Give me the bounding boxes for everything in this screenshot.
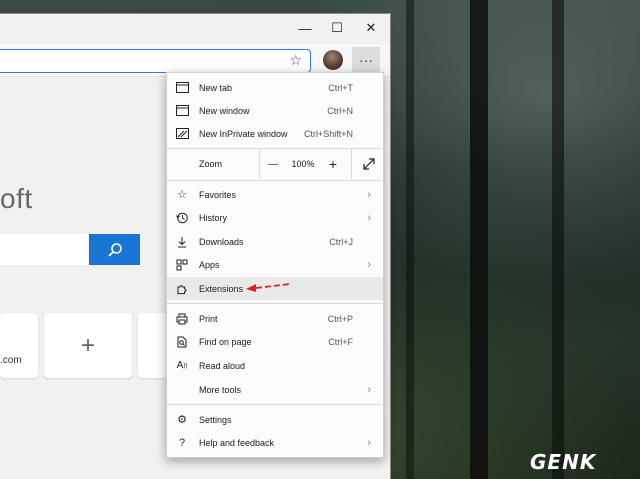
menu-item-label: New InPrivate window (199, 128, 288, 139)
menu-item-shortcut: Ctrl+T (328, 82, 353, 93)
menu-item-label: Apps (199, 259, 220, 270)
menu-item-apps[interactable]: Apps › (167, 253, 383, 276)
menu-item-label: Read aloud (199, 360, 246, 371)
annotation-arrow-icon (246, 283, 291, 292)
plus-icon: + (80, 331, 95, 359)
menu-divider (167, 404, 383, 405)
menu-item-label: New window (199, 105, 250, 116)
zoom-out-button[interactable]: — (259, 149, 287, 179)
menu-item-history[interactable]: History › (167, 206, 383, 229)
menu-divider (167, 303, 383, 304)
tree-trunk (406, 0, 414, 479)
menu-item-downloads[interactable]: Downloads Ctrl+J (167, 230, 383, 253)
settings-and-more-button[interactable]: ··· (352, 47, 380, 73)
menu-item-more-tools[interactable]: More tools › (167, 378, 383, 401)
profile-avatar[interactable] (323, 50, 343, 70)
chevron-right-icon: › (367, 211, 371, 224)
menu-item-label: New tab (199, 82, 233, 93)
chevron-right-icon: › (367, 258, 371, 271)
minimize-button[interactable]: — (288, 14, 322, 42)
new-window-icon (175, 104, 189, 118)
fullscreen-icon (363, 158, 375, 170)
settings-menu: New tab Ctrl+T New window Ctrl+N New InP… (166, 72, 384, 458)
add-shortcut-tile[interactable]: + (44, 313, 132, 378)
menu-item-shortcut: Ctrl+Shift+N (303, 128, 353, 139)
menu-item-label: Find on page (199, 336, 252, 347)
tree-trunk (552, 0, 564, 479)
search-icon (107, 242, 122, 257)
gear-icon: ⚙ (177, 414, 187, 426)
menu-item-favorites[interactable]: ☆ Favorites › (167, 183, 383, 206)
zoom-controls: — 100% + (259, 149, 347, 179)
print-icon (175, 312, 189, 326)
chevron-right-icon: › (367, 188, 371, 201)
address-bar[interactable]: ☆ (0, 49, 311, 73)
menu-item-label: Print (199, 313, 218, 324)
brand-text: oft (0, 183, 33, 214)
zoom-level: 100% (291, 159, 315, 169)
quick-link-label: .com (0, 355, 22, 366)
menu-item-label: Favorites (199, 189, 237, 200)
menu-item-label: More tools (199, 384, 242, 395)
menu-item-label: Settings (199, 414, 232, 425)
menu-item-new-inprivate-window[interactable]: New InPrivate window Ctrl+Shift+N (167, 122, 383, 145)
chevron-right-icon: › (367, 383, 371, 396)
quick-link-tile[interactable] (0, 313, 38, 378)
menu-item-shortcut: Ctrl+F (328, 336, 353, 347)
menu-item-zoom: Zoom — 100% + (167, 149, 383, 179)
extensions-puzzle-icon (175, 282, 189, 296)
read-aloud-icon: A)) (176, 360, 188, 371)
title-bar: — ☐ ✕ (0, 14, 390, 42)
menu-item-settings[interactable]: ⚙ Settings (167, 408, 383, 431)
search-button[interactable] (89, 234, 140, 265)
close-button[interactable]: ✕ (354, 14, 388, 42)
menu-item-label: Help and feedback (199, 437, 275, 448)
menu-item-shortcut: Ctrl+P (327, 313, 353, 324)
help-icon: ? (178, 436, 186, 449)
tree-trunk (470, 0, 488, 479)
fullscreen-button[interactable] (355, 149, 383, 179)
menu-item-read-aloud[interactable]: A)) Read aloud (167, 354, 383, 377)
find-icon (175, 335, 189, 349)
menu-item-new-window[interactable]: New window Ctrl+N (167, 99, 383, 122)
apps-icon (175, 258, 189, 272)
download-icon (175, 235, 189, 249)
chevron-right-icon: › (367, 436, 371, 449)
favorite-star-icon[interactable]: ☆ (289, 52, 302, 69)
genk-watermark-logo: GENK (530, 450, 597, 474)
menu-item-label: History (199, 212, 228, 223)
menu-item-shortcut: Ctrl+N (327, 105, 353, 116)
quick-link-tile[interactable] (138, 313, 168, 378)
favorites-star-icon: ☆ (177, 189, 187, 201)
menu-divider (167, 180, 383, 181)
menu-item-shortcut: Ctrl+J (329, 236, 353, 247)
new-tab-icon (175, 81, 189, 95)
maximize-button[interactable]: ☐ (320, 14, 354, 42)
inprivate-icon (175, 127, 189, 141)
menu-item-print[interactable]: Print Ctrl+P (167, 307, 383, 330)
menu-item-label: Extensions (199, 283, 244, 294)
menu-item-find-on-page[interactable]: Find on page Ctrl+F (167, 330, 383, 353)
history-icon (175, 211, 189, 225)
search-input[interactable] (0, 234, 88, 265)
menu-item-label: Zoom (199, 159, 223, 169)
menu-item-help-and-feedback[interactable]: ? Help and feedback › (167, 431, 383, 454)
menu-item-new-tab[interactable]: New tab Ctrl+T (167, 76, 383, 99)
zoom-in-button[interactable]: + (319, 149, 347, 179)
menu-item-label: Downloads (199, 236, 244, 247)
zoom-divider (351, 149, 352, 179)
